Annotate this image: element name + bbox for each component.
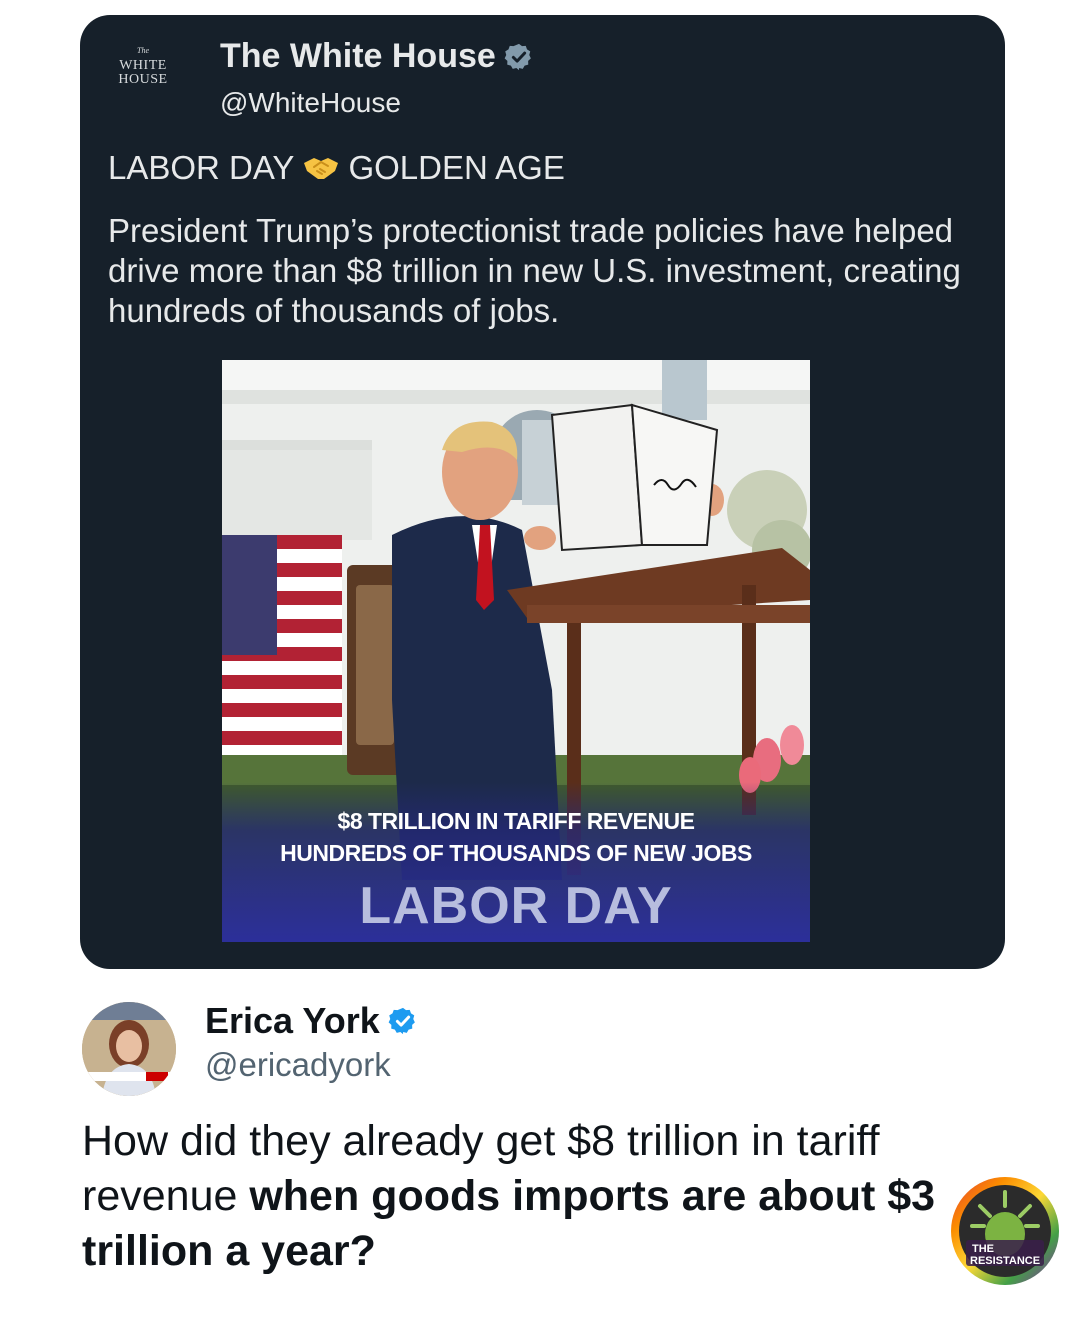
verified-badge-icon bbox=[504, 43, 531, 70]
logo-text-small: The bbox=[137, 46, 149, 55]
quoted-author-handle[interactable]: @WhiteHouse bbox=[220, 87, 401, 119]
media-caption-overlay: $8 TRILLION IN TARIFF REVENUE HUNDREDS O… bbox=[222, 782, 810, 942]
reply-author-handle[interactable]: @ericadyork bbox=[205, 1046, 391, 1084]
caption-line-3: LABOR DAY bbox=[359, 877, 673, 935]
logo-text-line1: WHITE bbox=[119, 58, 167, 73]
headline-right: GOLDEN AGE bbox=[348, 149, 565, 186]
verified-badge-icon bbox=[388, 1007, 415, 1035]
reply-body-text: How did they already get $8 trillion in … bbox=[82, 1114, 952, 1279]
tweet-media-image[interactable]: $8 TRILLION IN TARIFF REVENUE HUNDREDS O… bbox=[222, 360, 810, 942]
resistance-watermark-logo: THE RESISTANCE bbox=[950, 1176, 1060, 1286]
watermark-line1: THE bbox=[972, 1243, 994, 1255]
quoted-author-name[interactable]: The White House bbox=[220, 37, 496, 76]
headline-left: LABOR DAY bbox=[108, 149, 295, 186]
caption-line-1: $8 TRILLION IN TARIFF REVENUE bbox=[337, 808, 695, 834]
logo-text-line2: HOUSE bbox=[118, 72, 168, 87]
reply-author-name[interactable]: Erica York bbox=[205, 1000, 380, 1042]
white-house-logo-avatar[interactable]: The WHITE HOUSE bbox=[108, 47, 178, 117]
reply-author-avatar[interactable] bbox=[82, 1002, 176, 1096]
handshake-icon bbox=[304, 158, 339, 179]
quoted-tweet-card[interactable]: The WHITE HOUSE The White House @WhiteHo… bbox=[80, 15, 1005, 969]
tweet-headline: LABOR DAY GOLDEN AGE bbox=[108, 149, 565, 187]
avatar-image bbox=[82, 1002, 176, 1096]
tweet-body-text: President Trump’s protectionist trade po… bbox=[108, 212, 961, 329]
statue-of-liberty-logo: THE RESISTANCE bbox=[951, 1177, 1059, 1285]
watermark-line2: RESISTANCE bbox=[970, 1255, 1040, 1267]
caption-line-2: HUNDREDS OF THOUSANDS OF NEW JOBS bbox=[280, 840, 752, 866]
